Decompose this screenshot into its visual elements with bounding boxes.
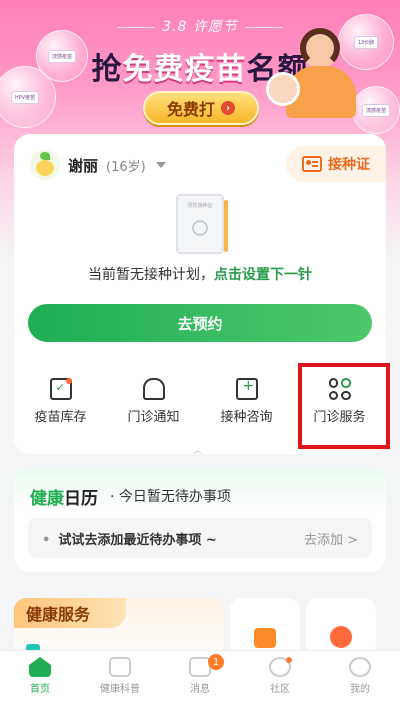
health-calendar: 健康日历 · 今日暂无待办事项 试试去添加最近待办事项 ~ 去添加 > bbox=[14, 468, 386, 572]
book-icon bbox=[109, 657, 131, 677]
tab-home[interactable]: 首页 bbox=[0, 651, 80, 701]
id-card-icon bbox=[302, 156, 322, 172]
arrow-right-icon: › bbox=[221, 101, 235, 115]
health-service-card[interactable]: 健康服务 bbox=[14, 598, 224, 658]
vaccine-bubble: HPV疫苗 bbox=[0, 66, 56, 128]
profile-icon bbox=[349, 657, 371, 677]
heart-service-card[interactable] bbox=[306, 598, 376, 658]
home-icon bbox=[29, 657, 51, 677]
grid-item-clinic-notice[interactable]: 门诊通知 bbox=[107, 378, 200, 444]
book-appointment-button[interactable]: 去预约 bbox=[28, 304, 372, 342]
avatar bbox=[30, 150, 60, 180]
add-todo-link[interactable]: 去添加 > bbox=[304, 529, 358, 548]
highlight-box bbox=[298, 363, 390, 449]
notification-dot bbox=[286, 657, 292, 663]
user-age: (16岁) bbox=[106, 159, 146, 175]
tab-health-education[interactable]: 健康科普 bbox=[80, 651, 160, 701]
grid-item-consult[interactable]: 接种咨询 bbox=[200, 378, 293, 444]
consult-icon bbox=[235, 378, 258, 400]
chevron-down-icon bbox=[155, 162, 166, 168]
tab-community[interactable]: 社区 bbox=[240, 651, 320, 701]
vaccination-certificate-button[interactable]: 接种证 bbox=[286, 146, 386, 182]
plan-status: 当前暂无接种计划，点击设置下一针 bbox=[88, 267, 312, 283]
message-badge: 1 bbox=[208, 654, 224, 670]
bell-icon bbox=[142, 378, 165, 400]
grid-item-vaccine-stock[interactable]: 疫苗库存 bbox=[14, 378, 107, 444]
tab-messages[interactable]: 1 消息 bbox=[160, 651, 240, 701]
vaccine-stock-icon bbox=[49, 378, 72, 400]
calendar-title: 健康日历 bbox=[30, 489, 98, 509]
health-service-title: 健康服务 bbox=[14, 598, 126, 628]
calendar-subtitle: · 今日暂无待办事项 bbox=[110, 489, 231, 505]
user-name: 谢丽 bbox=[68, 156, 99, 175]
vaccine-book-icon: 预防接种证 bbox=[176, 194, 228, 254]
add-todo-row[interactable]: 试试去添加最近待办事项 ~ 去添加 > bbox=[28, 518, 372, 558]
user-switcher[interactable]: 谢丽 (16岁) bbox=[30, 150, 166, 180]
mother-baby-illustration bbox=[266, 28, 360, 118]
chevron-up-icon[interactable]: ︿ bbox=[193, 443, 202, 456]
set-next-dose-link[interactable]: 点击设置下一针 bbox=[214, 267, 312, 283]
free-vaccine-button[interactable]: 免费打 › bbox=[143, 91, 259, 125]
bottom-tab-bar: 首页 健康科普 1 消息 社区 我的 bbox=[0, 650, 400, 701]
chart-service-card[interactable] bbox=[230, 598, 300, 658]
tab-mine[interactable]: 我的 bbox=[320, 651, 400, 701]
